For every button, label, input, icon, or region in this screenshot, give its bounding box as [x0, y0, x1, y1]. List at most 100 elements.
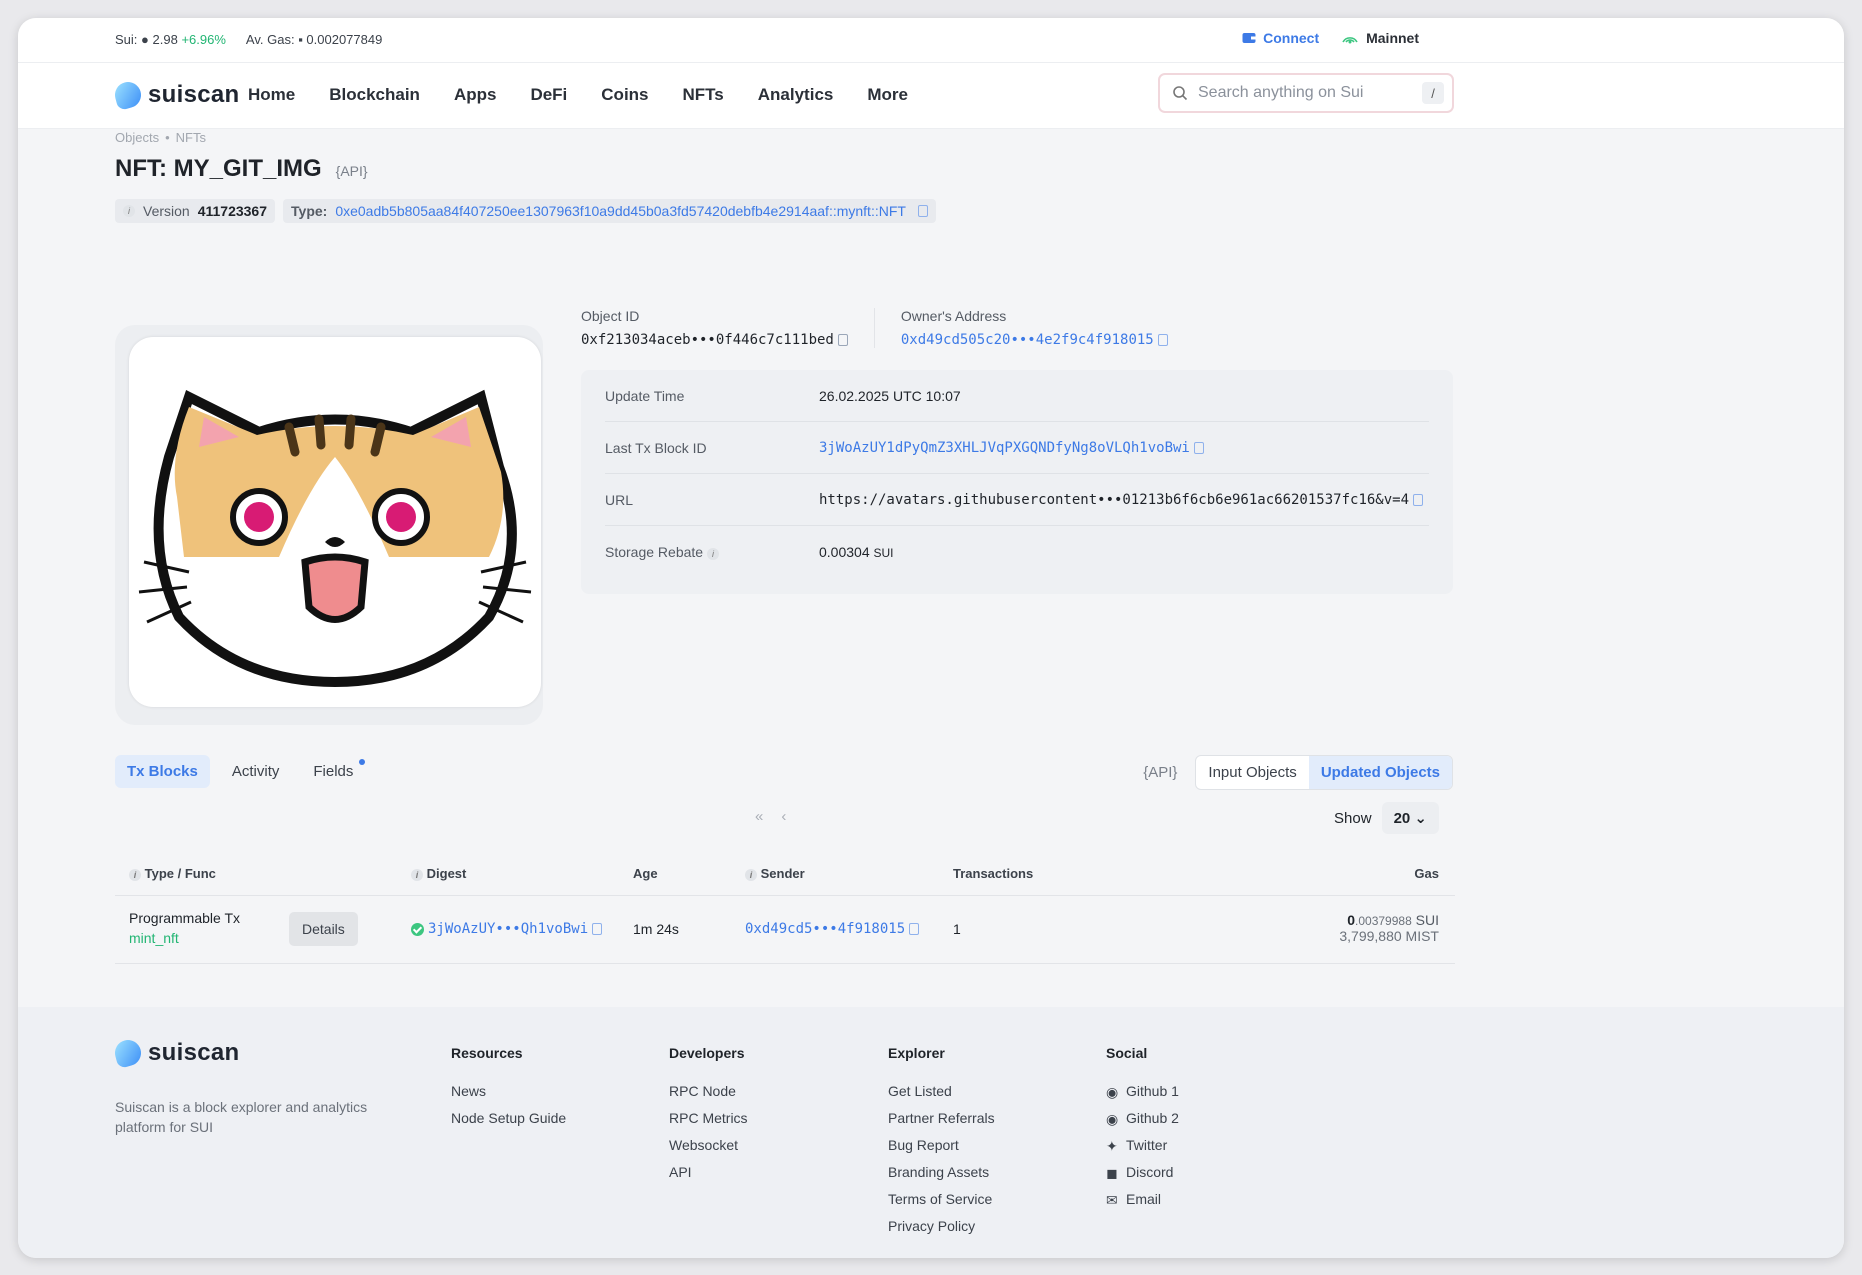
connect-button[interactable]: Connect: [1242, 30, 1319, 46]
search-input[interactable]: [1198, 84, 1408, 102]
footer-link[interactable]: ◼ Discord: [1106, 1158, 1179, 1185]
copy-icon[interactable]: [1193, 441, 1204, 454]
tabs: Tx Blocks Activity Fields: [115, 755, 366, 788]
nav-nfts[interactable]: NFTs: [683, 85, 724, 105]
browser-window: Sui: ● 2.98 +6.96% Av. Gas: ▪ 0.00207784…: [18, 18, 1844, 1258]
suiscan-logo-icon: [112, 1037, 144, 1069]
footer-link[interactable]: News: [451, 1077, 566, 1104]
breadcrumb-nfts[interactable]: NFTs: [176, 130, 206, 145]
footer-link[interactable]: ✉ Email: [1106, 1185, 1179, 1212]
nft-image-frame: [115, 325, 543, 725]
footer-link[interactable]: Privacy Policy: [888, 1212, 995, 1239]
stats-bar: Sui: ● 2.98 +6.96% Av. Gas: ▪ 0.00207784…: [18, 18, 1844, 63]
nav-more[interactable]: More: [867, 85, 908, 105]
footer-link[interactable]: RPC Node: [669, 1077, 748, 1104]
digest-link[interactable]: 3jWoAzUY•••Qh1voBwi: [428, 921, 588, 937]
updated-objects-toggle[interactable]: Updated Objects: [1308, 756, 1452, 789]
info-icon: i: [123, 205, 135, 217]
copy-icon[interactable]: [909, 923, 920, 935]
breadcrumb: Objects • NFTs: [115, 130, 206, 145]
sui-coin-icon: ●: [141, 32, 149, 47]
footer-link[interactable]: Node Setup Guide: [451, 1104, 566, 1131]
nav-apps[interactable]: Apps: [454, 85, 497, 105]
footer-link[interactable]: ✦ Twitter: [1106, 1131, 1179, 1158]
nav-defi[interactable]: DeFi: [530, 85, 567, 105]
copy-icon[interactable]: [837, 334, 848, 346]
info-icon[interactable]: i: [129, 869, 141, 881]
info-icon[interactable]: i: [745, 869, 757, 881]
sender-link[interactable]: 0xd49cd5•••4f918015: [745, 921, 905, 937]
api-link[interactable]: {API}: [1143, 764, 1177, 781]
success-icon: [411, 922, 424, 936]
email-icon: ✉: [1106, 1192, 1118, 1208]
footer: suiscan Suiscan is a block explorer and …: [18, 1007, 1844, 1258]
footer-link[interactable]: ◉ Github 1: [1106, 1077, 1179, 1104]
info-icon[interactable]: i: [706, 548, 719, 560]
object-id: 0xf213034aceb•••0f446c7c111bed: [581, 332, 834, 348]
table-header: i Type / Func i Digest Age i Sender Tran…: [115, 850, 1455, 896]
avg-gas: Av. Gas: ▪ 0.002077849: [245, 32, 383, 47]
details-button[interactable]: Details: [289, 912, 358, 946]
tab-activity[interactable]: Activity: [220, 755, 292, 788]
last-tx-block-link[interactable]: 3jWoAzUY1dPyQmZ3XHLJVqPXGQNDfyNg8oVLQh1v…: [819, 440, 1190, 456]
github-icon: ◉: [1106, 1084, 1119, 1100]
discord-icon: ◼: [1106, 1165, 1118, 1181]
nft-image: [129, 337, 541, 707]
suiscan-logo-icon: [112, 79, 144, 111]
github-icon: ◉: [1106, 1111, 1119, 1127]
url-value: https://avatars.githubusercontent•••0121…: [819, 491, 1410, 508]
breadcrumb-objects[interactable]: Objects: [115, 130, 159, 145]
footer-link[interactable]: Get Listed: [888, 1077, 995, 1104]
owner-address-link[interactable]: 0xd49cd505c20•••4e2f9c4f918015: [901, 332, 1154, 348]
twitter-icon: ✦: [1106, 1138, 1118, 1154]
details-panel: Update Time 26.02.2025 UTC 10:07 Last Tx…: [581, 370, 1453, 594]
notification-dot: [359, 759, 366, 765]
tx-func[interactable]: mint_nft: [129, 930, 240, 946]
main-content: Objects • NFTs NFT: MY_GIT_IMG {API} i V…: [115, 130, 1455, 964]
cat-face-image: [138, 389, 532, 688]
footer-link[interactable]: Terms of Service: [888, 1185, 995, 1212]
copy-icon[interactable]: [1413, 493, 1424, 506]
gas-pump-icon: ▪: [298, 32, 303, 47]
prev-page-button[interactable]: ‹: [781, 808, 786, 825]
nav-home[interactable]: Home: [248, 85, 295, 105]
nav-analytics[interactable]: Analytics: [758, 85, 834, 105]
tx-type: Programmable Tx: [129, 910, 241, 926]
footer-link[interactable]: Bug Report: [888, 1131, 995, 1158]
copy-icon[interactable]: [592, 923, 603, 935]
search-icon: [1173, 86, 1188, 101]
first-page-button[interactable]: «: [755, 808, 763, 825]
page-title: NFT: MY_GIT_IMG: [115, 155, 322, 182]
footer-explorer: Explorer Get Listed Partner Referrals Bu…: [888, 1045, 995, 1239]
input-objects-toggle[interactable]: Input Objects: [1196, 756, 1308, 789]
copy-icon[interactable]: [917, 205, 928, 217]
footer-link[interactable]: RPC Metrics: [669, 1104, 748, 1131]
footer-link[interactable]: API: [669, 1158, 748, 1185]
api-link[interactable]: {API}: [336, 163, 368, 179]
suiscan-logo[interactable]: suiscan: [112, 79, 239, 111]
nav-coins[interactable]: Coins: [601, 85, 648, 105]
object-id-block: Object ID 0xf213034aceb•••0f446c7c111bed: [581, 308, 874, 348]
footer-link[interactable]: Websocket: [669, 1131, 748, 1158]
detail-row: Last Tx Block ID 3jWoAzUY1dPyQmZ3XHLJVqP…: [605, 422, 1429, 474]
footer-description: Suiscan is a block explorer and analytic…: [115, 1099, 368, 1135]
footer-resources: Resources News Node Setup Guide: [451, 1045, 566, 1131]
object-filter: {API} Input Objects Updated Objects: [1143, 755, 1453, 790]
footer-developers: Developers RPC Node RPC Metrics Websocke…: [669, 1045, 748, 1185]
footer-link[interactable]: Branding Assets: [888, 1158, 995, 1185]
info-icon[interactable]: i: [411, 869, 423, 881]
footer-link[interactable]: Partner Referrals: [888, 1104, 995, 1131]
network-selector[interactable]: Mainnet: [1341, 30, 1419, 46]
main-nav: suiscan Home Blockchain Apps DeFi Coins …: [18, 63, 1844, 129]
nav-blockchain[interactable]: Blockchain: [329, 85, 420, 105]
page-size-select[interactable]: 20 ⌄: [1381, 802, 1439, 834]
tx-age: 1m 24s: [633, 921, 679, 937]
footer-link[interactable]: ◉ Github 2: [1106, 1104, 1179, 1131]
footer-logo[interactable]: suiscan: [112, 1037, 239, 1069]
tab-fields[interactable]: Fields: [301, 755, 366, 788]
copy-icon[interactable]: [1157, 334, 1168, 346]
wallet-icon: [1242, 33, 1257, 43]
tx-count: 1: [953, 921, 961, 937]
tab-tx-blocks[interactable]: Tx Blocks: [115, 755, 210, 788]
type-link[interactable]: 0xe0adb5b805aa84f407250ee1307963f10a9dd4…: [335, 203, 906, 219]
